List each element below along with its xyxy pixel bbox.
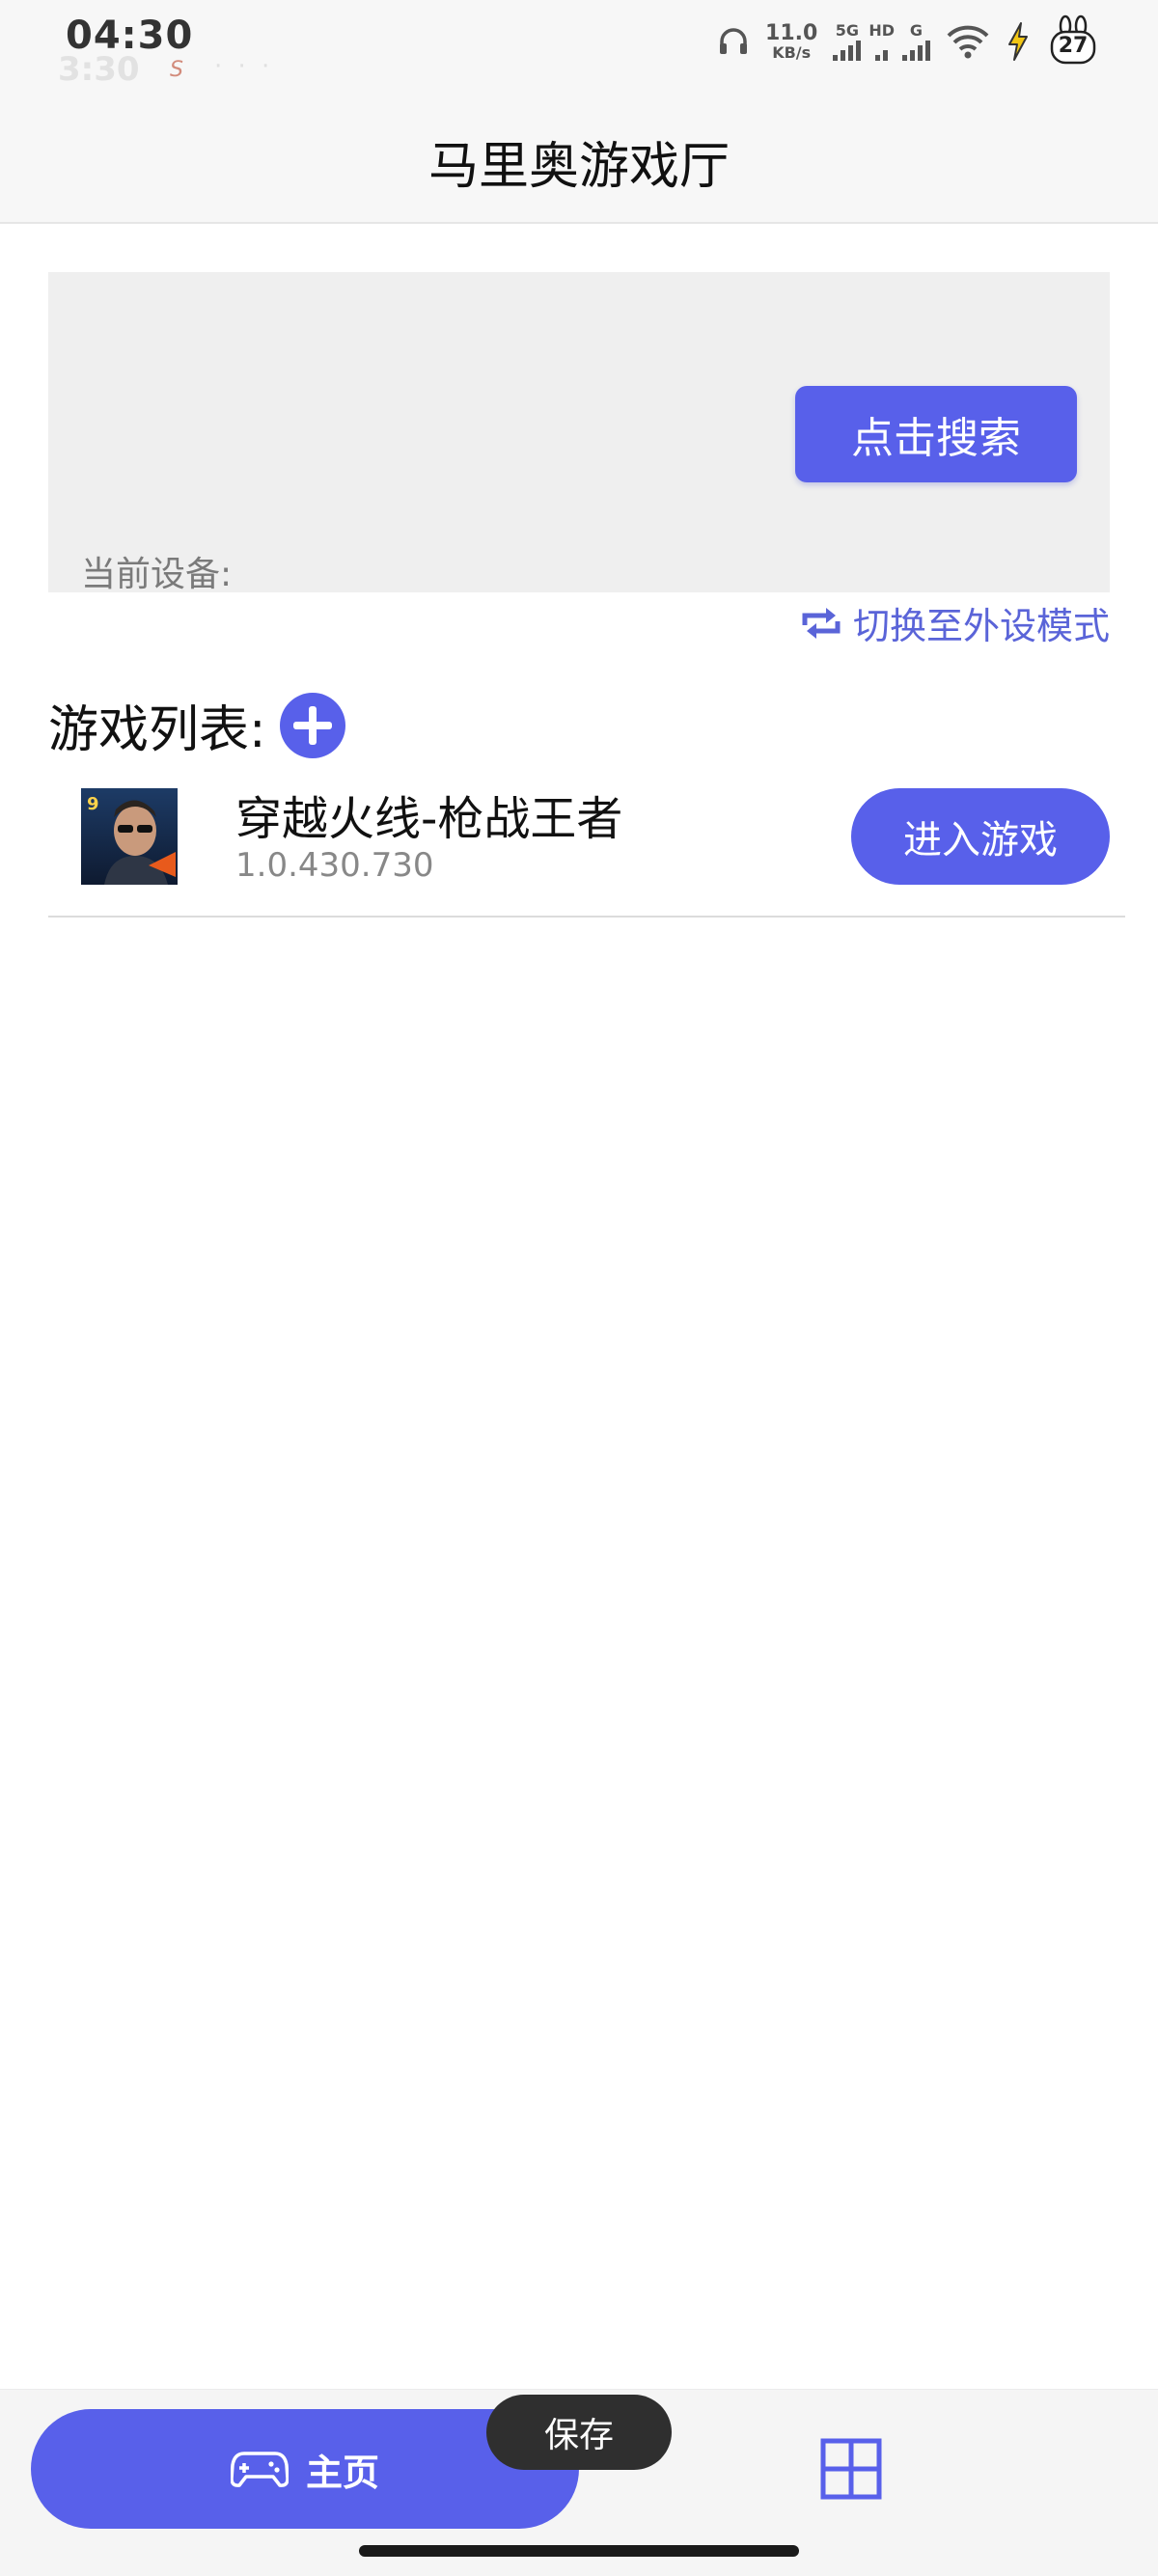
net-label-g: G (909, 21, 924, 40)
status-time: 04:30 (66, 14, 194, 58)
cellular-5g: 5G (833, 21, 862, 61)
gamepad-icon (230, 2452, 289, 2487)
game-list-title: 游戏列表: (48, 701, 266, 759)
add-game-button[interactable] (279, 692, 345, 758)
page-title: 马里奥游戏厅 (427, 138, 730, 196)
net-label-5g: 5G (835, 21, 859, 40)
game-name: 穿越火线-枪战王者 (235, 792, 623, 846)
switch-mode-label: 切换至外设模式 (852, 605, 1110, 647)
battery-icon: 27 (1046, 14, 1100, 69)
repeat-icon (802, 607, 841, 639)
battery-level: 27 (1058, 34, 1089, 58)
signal-bars-icon (902, 40, 930, 61)
speed-value: 11.0 (765, 20, 818, 45)
status-ghost-dots: · · · (214, 52, 274, 81)
net-label-hd: HD (868, 21, 895, 40)
home-indicator[interactable] (359, 2545, 799, 2557)
status-ghost-s: S (170, 58, 183, 82)
title-bar: 马里奥游戏厅 (0, 96, 1158, 224)
save-toast: 保存 (486, 2395, 672, 2470)
cellular-block: 5G HD G (833, 22, 930, 61)
wifi-icon (947, 25, 989, 59)
search-button[interactable]: 点击搜索 (795, 386, 1077, 482)
bolt-icon (1008, 22, 1028, 61)
cellular-hd: HD (868, 22, 895, 61)
signal-bars-icon (875, 40, 889, 61)
switch-mode-link[interactable]: 切换至外设模式 (799, 596, 1110, 649)
svg-text:9: 9 (87, 794, 99, 814)
cellular-g: G (902, 22, 930, 61)
grid-icon[interactable] (820, 2438, 882, 2500)
nav-home-label: 主页 (305, 2451, 379, 2494)
network-speed: 11.0 KB/s (765, 20, 818, 62)
headphone-icon (720, 28, 748, 54)
game-icon: 9 (81, 788, 178, 885)
current-device-label: 当前设备: (81, 555, 233, 594)
speed-unit: KB/s (772, 42, 812, 62)
game-cover-image: 9 (81, 788, 178, 885)
status-bar: 3:30 S · · · 04:30 11.0 KB/s 5G HD G 27 (0, 0, 1158, 96)
game-list-item: 9 穿越火线-枪战王者 1.0.430.730 进入游戏 (48, 767, 1125, 918)
game-version: 1.0.430.730 (235, 846, 434, 885)
device-panel: 点击搜索 当前设备: (48, 272, 1110, 594)
game-list-header: 游戏列表: (48, 689, 345, 761)
app-screen: 3:30 S · · · 04:30 11.0 KB/s 5G HD G 27 … (0, 0, 1158, 2576)
status-icons: 11.0 KB/s 5G HD G 27 (717, 8, 1100, 75)
signal-bars-icon (833, 40, 862, 61)
enter-game-button[interactable]: 进入游戏 (851, 788, 1110, 885)
